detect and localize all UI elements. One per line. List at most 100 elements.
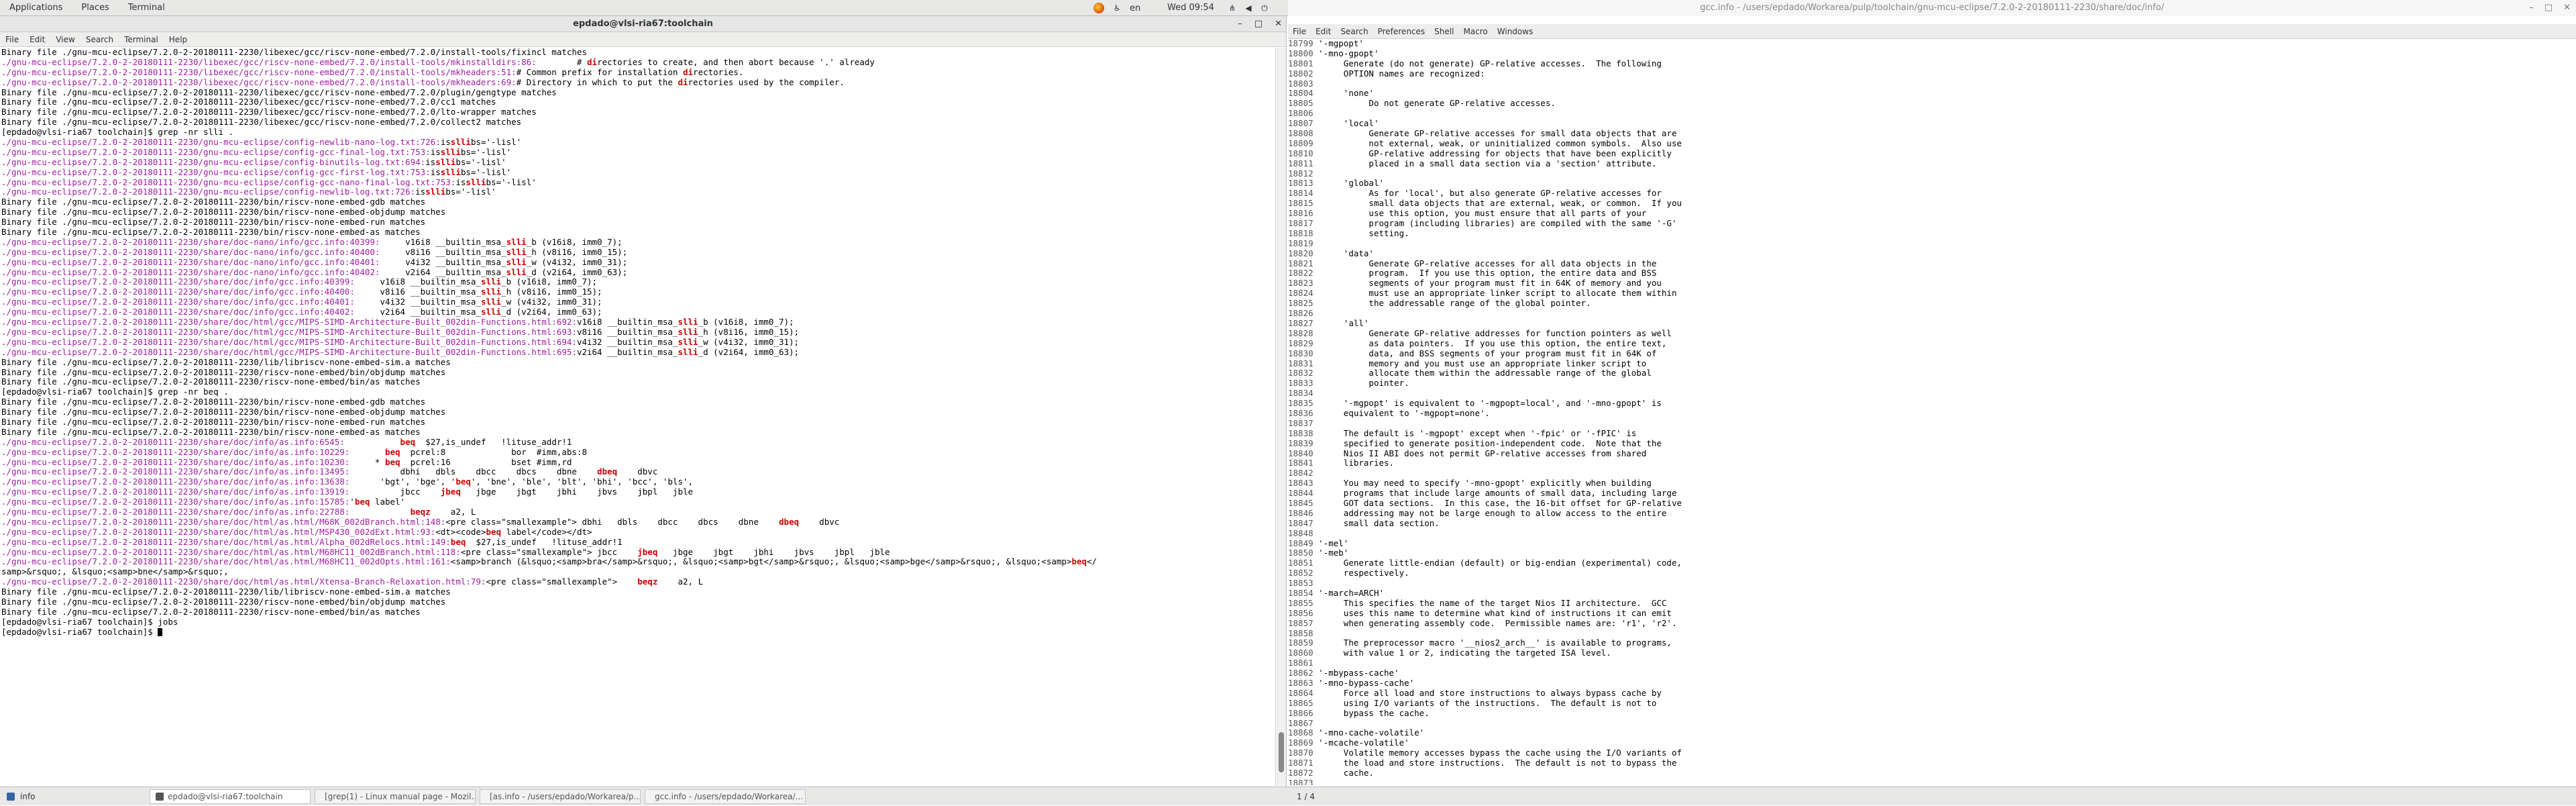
terminal-line: ./gnu-mcu-eclipse/7.2.0-2-20180111-2230/… <box>1 158 1276 168</box>
line-text: '-mgpopt' is equivalent to '-mgpopt=loca… <box>1313 398 1662 409</box>
terminal-text: slli <box>678 317 698 328</box>
task-terminal[interactable]: epdado@vlsi-ria67:toolchain <box>150 789 311 804</box>
terminal-line: ./gnu-mcu-eclipse/7.2.0-2-20180111-2230/… <box>1 517 1276 527</box>
workspace-pager[interactable]: 1 / 4 <box>1297 787 1315 806</box>
line-text <box>1313 79 1319 89</box>
terminal-line: ./gnu-mcu-eclipse/7.2.0-2-20180111-2230/… <box>1 557 1276 567</box>
maximize-icon[interactable]: □ <box>2544 0 2553 16</box>
menu-edit[interactable]: Edit <box>24 35 50 44</box>
terminal-window: epdado@vlsi-ria67:toolchain – □ ✕ File E… <box>0 16 1287 787</box>
clock[interactable]: Wed 09:54 <box>1167 0 1214 16</box>
task-firefox[interactable]: [grep(1) - Linux manual page - Mozil... <box>315 789 476 804</box>
scrollbar-thumb[interactable] <box>1279 732 1284 772</box>
menu-file[interactable]: File <box>1288 27 1311 36</box>
emacs-buffer[interactable]: 18799 '-mgpopt' 18800 '-mno-gpopt' 18801 G… <box>1288 39 2576 785</box>
volume-icon[interactable]: ◀ <box>1244 3 1253 13</box>
buffer-line: 18857 when generating assembly code. Per… <box>1288 618 2576 629</box>
terminal-text: slli <box>678 337 698 347</box>
terminal-text: v8i16 __builtin_msa_ <box>576 327 678 337</box>
buffer-line: 18843 You may need to specify '-mno-gpop… <box>1288 478 2576 489</box>
terminal-text: slli <box>440 147 461 157</box>
terminal-output[interactable]: Binary file ./gnu-mcu-eclipse/7.2.0-2-20… <box>0 48 1276 786</box>
terminal-text: is <box>425 157 436 167</box>
buffer-line: 18821 Generate GP-relative accesses for … <box>1288 258 2576 269</box>
line-text: Volatile memory accesses bypass the cach… <box>1313 748 1682 758</box>
line-text: Generate (do not generate) GP-relative a… <box>1313 58 1662 68</box>
terminal-text: ./gnu-mcu-eclipse/7.2.0-2-20180111-2230/… <box>1 497 350 507</box>
terminal-text: label' <box>370 497 406 507</box>
line-text: '-mel' <box>1313 538 1349 548</box>
power-icon[interactable]: ⏻ <box>1260 3 1269 13</box>
language-indicator[interactable]: en <box>1130 3 1140 13</box>
minimize-icon[interactable]: – <box>1238 16 1242 32</box>
menu-search[interactable]: Search <box>80 35 119 44</box>
terminal-text: ./gnu-mcu-eclipse/7.2.0-2-20180111-2230/… <box>1 447 350 457</box>
terminal-text: ./gnu-mcu-eclipse/7.2.0-2-20180111-2230/… <box>1 77 517 87</box>
menu-file[interactable]: File <box>0 35 24 44</box>
places-menu[interactable]: Places <box>72 0 118 16</box>
menu-search[interactable]: Search <box>1336 27 1373 36</box>
terminal-text: slli <box>506 257 527 267</box>
line-text: segments of your program must fit in 64K… <box>1313 278 1662 289</box>
line-text: using I/O variants of the instructions. … <box>1313 697 1657 708</box>
menu-edit[interactable]: Edit <box>1311 27 1336 36</box>
line-text <box>1313 308 1319 318</box>
terminal-line: Binary file ./gnu-mcu-eclipse/7.2.0-2-20… <box>1 217 1276 228</box>
line-number: 18829 <box>1288 338 1313 348</box>
terminal-text: v16i8 __builtin_msa_ <box>354 277 481 287</box>
buffer-line: 18812 <box>1288 168 2576 179</box>
terminal-line: ./gnu-mcu-eclipse/7.2.0-2-20180111-2230/… <box>1 248 1276 258</box>
terminal-text: is <box>430 147 441 157</box>
line-text: The preprocessor macro '__nios2_arch__' … <box>1313 638 1672 648</box>
terminal-scrollbar[interactable] <box>1275 48 1286 786</box>
menu-help[interactable]: Help <box>164 35 193 44</box>
minimize-icon[interactable]: – <box>2529 0 2534 16</box>
terminal-line: ./gnu-mcu-eclipse/7.2.0-2-20180111-2230/… <box>1 58 1276 68</box>
line-text: programs that include large amounts of s… <box>1313 488 1677 499</box>
terminal-text: rectories to create, and then abort beca… <box>597 57 875 67</box>
line-text: '-mcache-volatile' <box>1313 738 1409 748</box>
task-info[interactable]: info <box>20 792 148 801</box>
emacs-titlebar[interactable]: gcc.info - /users/epdado/Workarea/pulp/t… <box>1288 0 2576 16</box>
terminal-text: pcrel:16 bset #imm,rd <box>400 457 572 467</box>
menu-shell[interactable]: Shell <box>1430 27 1458 36</box>
terminal-text: _b (v16i8, imm0_7); <box>501 277 598 287</box>
menu-preferences[interactable]: Preferences <box>1373 27 1430 36</box>
menu-view[interactable]: View <box>50 35 80 44</box>
line-text: use this option, you must ensure that al… <box>1313 208 1647 219</box>
firefox-icon[interactable] <box>1093 3 1104 13</box>
buffer-line: 18799 '-mgpopt' <box>1288 39 2576 49</box>
applications-menu[interactable]: Applications <box>0 0 72 16</box>
buffer-line: 18802 OPTION names are recognized: <box>1288 68 2576 79</box>
line-text: placed in a small data section via a 'se… <box>1313 158 1657 168</box>
close-icon[interactable]: ✕ <box>2563 0 2571 16</box>
emacs-menubar: File Edit Search Preferences Shell Macro… <box>1288 24 2576 39</box>
terminal-line: ./gnu-mcu-eclipse/7.2.0-2-20180111-2230/… <box>1 178 1276 188</box>
terminal-line: [epdado@vlsi-ria67 toolchain]$ <box>1 627 1276 638</box>
close-icon[interactable]: ✕ <box>1275 16 1282 32</box>
menu-terminal[interactable]: Terminal <box>119 35 164 44</box>
buffer-line: 18873 <box>1288 778 2576 785</box>
maximize-icon[interactable]: □ <box>1254 16 1263 32</box>
accessibility-icon[interactable]: ♿ <box>1112 3 1122 13</box>
network-icon[interactable]: ⋔ <box>1228 3 1237 13</box>
terminal-titlebar[interactable]: epdado@vlsi-ria67:toolchain – □ ✕ <box>0 16 1286 32</box>
terminal-text: slli <box>435 157 456 167</box>
line-number: 18814 <box>1288 188 1313 199</box>
buffer-line: 18800 '-mno-gpopt' <box>1288 48 2576 59</box>
line-number: 18811 <box>1288 158 1313 168</box>
menu-macro[interactable]: Macro <box>1458 27 1492 36</box>
terminal-text: Binary file ./gnu-mcu-eclipse/7.2.0-2-20… <box>1 397 426 407</box>
line-text: GOT data sections. In this case, the 16-… <box>1313 497 1682 508</box>
line-number: 18819 <box>1288 238 1313 248</box>
line-text: Nios II ABI does not permit GP-relative … <box>1313 448 1647 458</box>
terminal-text: Binary file ./gnu-mcu-eclipse/7.2.0-2-20… <box>1 217 426 228</box>
terminal-app-menu[interactable]: Terminal <box>119 0 174 16</box>
terminal-line: Binary file ./gnu-mcu-eclipse/7.2.0-2-20… <box>1 358 1276 368</box>
task-emacs-as[interactable]: [as.info - /users/epdado/Workarea/p... <box>480 789 641 804</box>
line-number: 18864 <box>1288 687 1313 698</box>
menu-windows[interactable]: Windows <box>1493 27 1538 36</box>
terminal-line: Binary file ./gnu-mcu-eclipse/7.2.0-2-20… <box>1 417 1276 427</box>
buffer-line: 18853 <box>1288 578 2576 589</box>
task-emacs-gcc[interactable]: gcc.info - /users/epdado/Workarea/... <box>645 789 806 804</box>
